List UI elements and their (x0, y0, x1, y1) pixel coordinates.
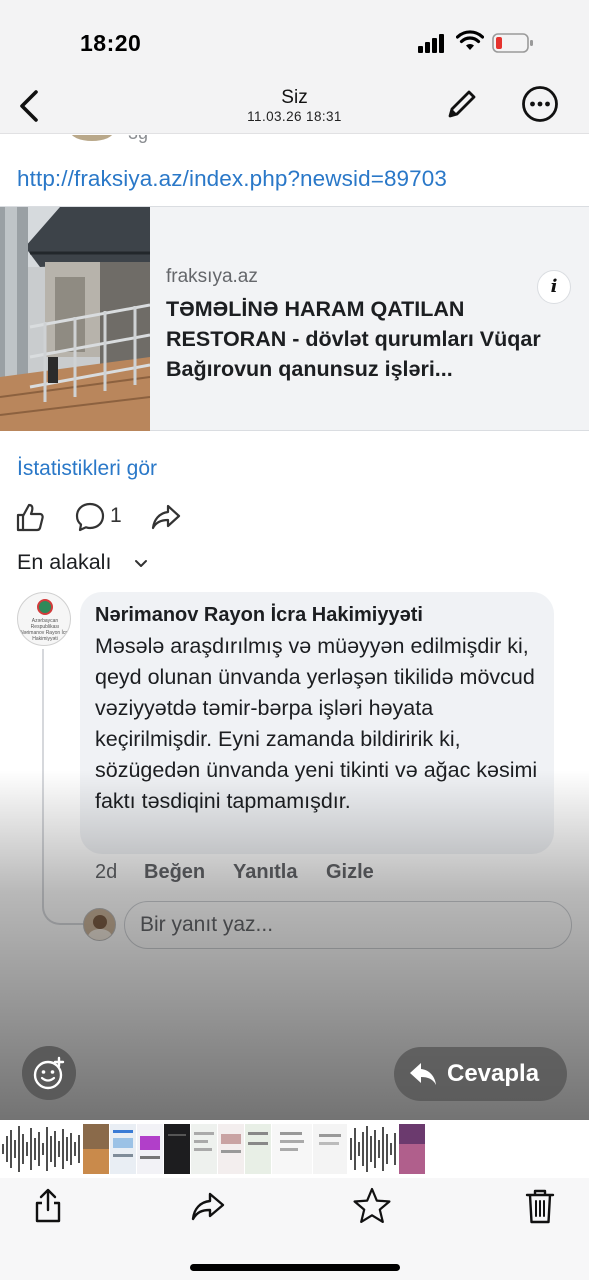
comment-author[interactable]: Nərimanov Rayon İcra Hakimiyyəti (95, 604, 423, 627)
link-domain: fraksıya.az (166, 266, 258, 287)
sticker-button[interactable] (22, 1046, 76, 1100)
photo-thumbnail[interactable] (245, 1124, 271, 1174)
wifi-icon (456, 30, 484, 50)
audio-waveform-thumbnail[interactable] (348, 1124, 398, 1174)
post-actions: 1 (0, 497, 589, 537)
link-preview-image (0, 207, 150, 431)
comment-time: 2d (95, 861, 118, 883)
header-title: Siz (281, 87, 308, 108)
post-link[interactable]: http://fraksiya.az/index.php?newsid=8970… (17, 166, 447, 192)
comment-like-button[interactable]: Beğen (144, 861, 205, 884)
photo-thumbnail[interactable] (137, 1124, 163, 1174)
battery-icon (492, 33, 533, 53)
photo-thumbnail[interactable] (110, 1124, 136, 1174)
photo-thumbnail[interactable] (399, 1124, 425, 1174)
link-title: TƏMƏLİNƏ HARAM QATILAN RESTORAN - dövlət… (166, 297, 541, 381)
photo-thumbnail[interactable] (164, 1124, 190, 1174)
star-icon[interactable] (352, 1186, 392, 1226)
photo-thumbnail[interactable] (218, 1124, 244, 1174)
forward-icon[interactable] (188, 1186, 228, 1226)
reply-button[interactable]: Cevapla (394, 1047, 567, 1101)
reply-input[interactable]: Bir yanıt yaz... (124, 901, 572, 949)
photo-thumbnail[interactable] (272, 1124, 312, 1174)
share-arrow-icon[interactable] (150, 501, 182, 533)
comment-icon[interactable] (74, 501, 106, 533)
info-icon[interactable]: i (537, 270, 571, 304)
comment-bubble: Nərimanov Rayon İcra Hakimiyyəti Məsələ … (80, 592, 554, 854)
user-avatar (83, 908, 116, 941)
share-icon[interactable] (28, 1186, 68, 1226)
comment-count: 1 (110, 504, 122, 527)
poster-avatar (70, 135, 114, 141)
comment-sort-label[interactable]: En alakalı (17, 550, 111, 575)
more-options-icon[interactable] (520, 84, 560, 124)
photo-thumbnail[interactable] (191, 1124, 217, 1174)
reply-input-placeholder: Bir yanıt yaz... (140, 913, 274, 936)
cellular-signal-icon (418, 33, 448, 53)
reply-arrow-icon (410, 1063, 436, 1085)
chevron-down-icon[interactable] (133, 556, 149, 572)
audio-waveform-thumbnail[interactable] (0, 1124, 82, 1174)
reply-button-label: Cevapla (447, 1060, 540, 1087)
pencil-icon[interactable] (442, 86, 480, 124)
commenter-avatar[interactable]: Azərbaycan Respublikası Nərimanov Rayon … (17, 592, 71, 646)
viewer-header: Siz 11.03.26 18:31 (0, 78, 589, 134)
header-timestamp: 11.03.26 18:31 (247, 109, 342, 124)
status-bar: 18:20 (0, 0, 589, 78)
view-statistics-link[interactable]: İstatistikleri gör (17, 457, 157, 481)
photo-thumbnail[interactable] (83, 1124, 109, 1174)
status-time: 18:20 (80, 30, 142, 56)
link-preview-card[interactable]: fraksıya.az TƏMƏLİNƏ HARAM QATILAN RESTO… (0, 206, 589, 431)
media-thumbnail-strip (0, 1121, 589, 1178)
avatar-caption: Azərbaycan Respublikası Nərimanov Rayon … (20, 618, 70, 642)
thumbs-up-icon[interactable] (14, 501, 46, 533)
post-screenshot: 3g · http://fraksiya.az/index.php?newsid… (0, 135, 589, 1120)
comment-reply-button[interactable]: Yanıtla (233, 861, 297, 884)
comment-text: Məsələ araşdırılmış və müəyyən edilmişdi… (95, 634, 538, 813)
emblem-icon (37, 599, 53, 615)
post-age: 3g · (128, 135, 159, 144)
bottom-toolbar (0, 1178, 589, 1280)
trash-icon[interactable] (520, 1186, 560, 1226)
photo-thumbnail[interactable] (313, 1124, 347, 1174)
home-indicator (190, 1264, 400, 1271)
comment-hide-button[interactable]: Gizle (326, 861, 374, 884)
